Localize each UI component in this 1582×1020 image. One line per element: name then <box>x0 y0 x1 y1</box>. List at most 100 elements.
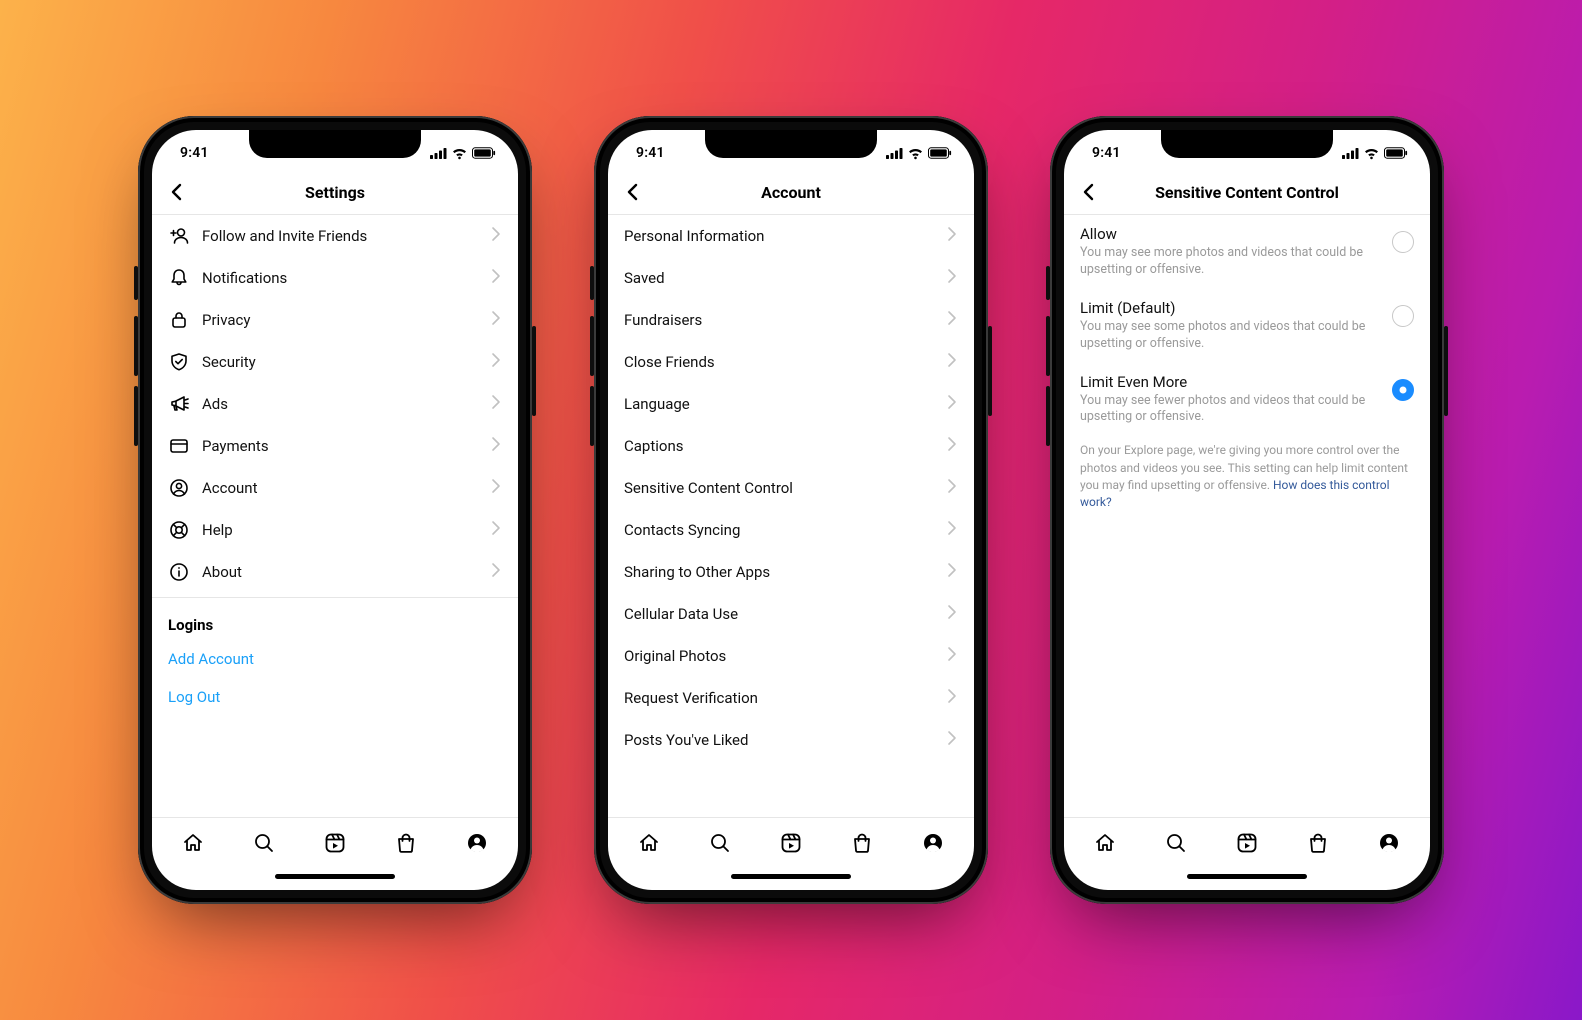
radio-limit-default[interactable] <box>1392 305 1414 327</box>
row-saved[interactable]: Saved <box>608 257 974 299</box>
row-request-verification[interactable]: Request Verification <box>608 677 974 719</box>
row-about[interactable]: About <box>152 551 518 593</box>
chevron-right-icon <box>488 561 504 583</box>
status-time: 9:41 <box>180 139 209 161</box>
bell-icon <box>166 267 192 289</box>
chevron-right-icon <box>944 477 960 499</box>
row-fundraisers[interactable]: Fundraisers <box>608 299 974 341</box>
tab-home[interactable] <box>180 830 206 856</box>
chevron-right-icon <box>944 645 960 667</box>
radio-allow[interactable] <box>1392 231 1414 253</box>
page-title: Sensitive Content Control <box>1155 183 1339 202</box>
tab-reels[interactable] <box>778 830 804 856</box>
row-label: Help <box>202 521 488 539</box>
row-label: About <box>202 563 488 581</box>
battery-icon <box>928 147 952 159</box>
card-icon <box>166 435 192 457</box>
row-help[interactable]: Help <box>152 509 518 551</box>
row-personal-information[interactable]: Personal Information <box>608 215 974 257</box>
chevron-right-icon <box>944 729 960 751</box>
chevron-right-icon <box>944 687 960 709</box>
row-invite-friends[interactable]: Follow and Invite Friends <box>152 215 518 257</box>
row-account[interactable]: Account <box>152 467 518 509</box>
row-payments[interactable]: Payments <box>152 425 518 467</box>
tab-shop[interactable] <box>849 830 875 856</box>
chevron-right-icon <box>944 561 960 583</box>
user-circle-icon <box>166 477 192 499</box>
row-language[interactable]: Language <box>608 383 974 425</box>
row-sensitive-content-control[interactable]: Sensitive Content Control <box>608 467 974 509</box>
tab-profile[interactable] <box>464 830 490 856</box>
tab-shop[interactable] <box>1305 830 1331 856</box>
row-close-friends[interactable]: Close Friends <box>608 341 974 383</box>
row-contacts-syncing[interactable]: Contacts Syncing <box>608 509 974 551</box>
option-limit-default[interactable]: Limit (Default) You may see some photos … <box>1064 289 1430 363</box>
add-account-link[interactable]: Add Account <box>152 640 518 678</box>
row-ads[interactable]: Ads <box>152 383 518 425</box>
signal-icon <box>430 147 447 159</box>
info-icon <box>166 561 192 583</box>
row-label: Cellular Data Use <box>624 605 944 623</box>
account-list: Personal Information Saved Fundraisers C… <box>608 215 974 817</box>
scc-options: Allow You may see more photos and videos… <box>1064 215 1430 817</box>
tab-reels[interactable] <box>322 830 348 856</box>
row-label: Follow and Invite Friends <box>202 227 488 245</box>
row-captions[interactable]: Captions <box>608 425 974 467</box>
row-label: Original Photos <box>624 647 944 665</box>
tab-bar <box>608 817 974 868</box>
lock-icon <box>166 309 192 331</box>
row-label: Personal Information <box>624 227 944 245</box>
row-label: Account <box>202 479 488 497</box>
tab-search[interactable] <box>1163 830 1189 856</box>
tab-reels[interactable] <box>1234 830 1260 856</box>
battery-icon <box>1384 147 1408 159</box>
nav-header: Account <box>608 170 974 215</box>
home-indicator <box>275 874 395 879</box>
tab-profile[interactable] <box>1376 830 1402 856</box>
row-label: Fundraisers <box>624 311 944 329</box>
row-security[interactable]: Security <box>152 341 518 383</box>
tab-home[interactable] <box>1092 830 1118 856</box>
row-sharing-other-apps[interactable]: Sharing to Other Apps <box>608 551 974 593</box>
row-label: Notifications <box>202 269 488 287</box>
option-allow[interactable]: Allow You may see more photos and videos… <box>1064 215 1430 289</box>
tab-shop[interactable] <box>393 830 419 856</box>
shield-icon <box>166 351 192 373</box>
chevron-right-icon <box>944 225 960 247</box>
phone-account: 9:41 Account Personal Information Saved … <box>594 116 988 904</box>
invite-icon <box>166 225 192 247</box>
tab-search[interactable] <box>707 830 733 856</box>
phone-sensitive-content: 9:41 Sensitive Content Control Allow You… <box>1050 116 1444 904</box>
row-cellular-data-use[interactable]: Cellular Data Use <box>608 593 974 635</box>
chevron-right-icon <box>488 477 504 499</box>
tab-home[interactable] <box>636 830 662 856</box>
status-time: 9:41 <box>636 139 665 161</box>
back-button[interactable] <box>618 177 648 207</box>
notch <box>1161 130 1333 158</box>
row-label: Contacts Syncing <box>624 521 944 539</box>
row-label: Request Verification <box>624 689 944 707</box>
chevron-right-icon <box>488 435 504 457</box>
tab-search[interactable] <box>251 830 277 856</box>
tab-bar <box>152 817 518 868</box>
row-label: Sensitive Content Control <box>624 479 944 497</box>
row-notifications[interactable]: Notifications <box>152 257 518 299</box>
option-title: Limit Even More <box>1080 373 1382 391</box>
lifebuoy-icon <box>166 519 192 541</box>
back-button[interactable] <box>1074 177 1104 207</box>
megaphone-icon <box>166 393 192 415</box>
option-limit-even-more[interactable]: Limit Even More You may see fewer photos… <box>1064 363 1430 437</box>
radio-limit-even-more[interactable] <box>1392 379 1414 401</box>
row-privacy[interactable]: Privacy <box>152 299 518 341</box>
battery-icon <box>472 147 496 159</box>
log-out-link[interactable]: Log Out <box>152 678 518 716</box>
tab-profile[interactable] <box>920 830 946 856</box>
back-button[interactable] <box>162 177 192 207</box>
chevron-right-icon <box>944 603 960 625</box>
row-label: Security <box>202 353 488 371</box>
notch <box>705 130 877 158</box>
row-original-photos[interactable]: Original Photos <box>608 635 974 677</box>
chevron-right-icon <box>488 351 504 373</box>
row-posts-liked[interactable]: Posts You've Liked <box>608 719 974 761</box>
home-indicator <box>731 874 851 879</box>
